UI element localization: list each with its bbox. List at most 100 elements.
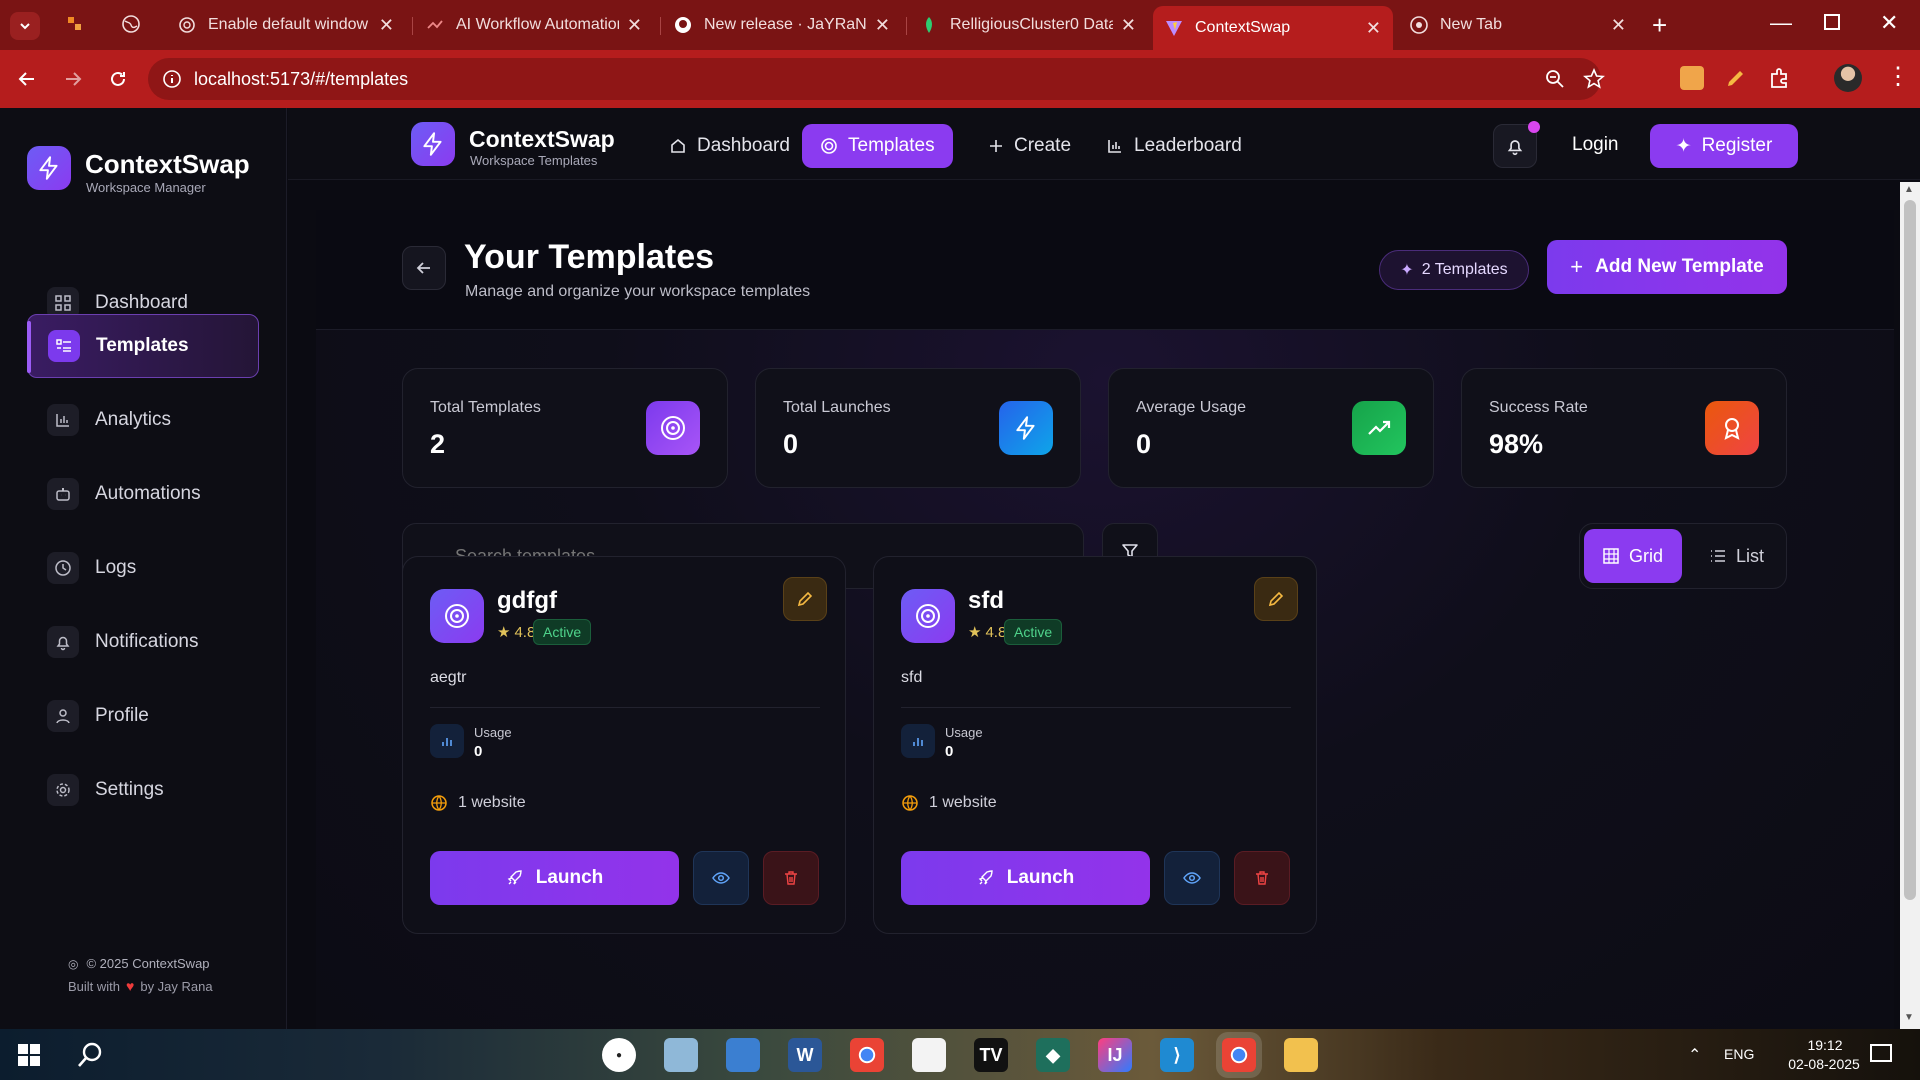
browser-tab[interactable]: Enable default window f ✕ (166, 8, 406, 42)
notifications-button[interactable] (1493, 121, 1540, 168)
close-icon[interactable]: ✕ (379, 15, 394, 36)
plus-icon: + (1570, 254, 1584, 279)
topnav-templates[interactable]: Templates (802, 124, 953, 168)
pinned-tab-icon[interactable] (66, 15, 84, 33)
scroll-down-arrow[interactable]: ▼ (1904, 1012, 1914, 1023)
tab-search-button[interactable] (10, 12, 40, 40)
stat-card-total-templates: Total Templates 2 (402, 368, 728, 488)
scrollbar-thumb[interactable] (1904, 200, 1916, 900)
sidebar-item-label: Profile (95, 705, 149, 726)
clock-date[interactable]: 02-08-2025 (1784, 1056, 1864, 1072)
document-app-icon[interactable] (912, 1038, 946, 1072)
stat-value: 0 (1136, 429, 1152, 459)
award-icon (1705, 401, 1759, 455)
gear-icon (47, 774, 79, 806)
menu-dots-icon[interactable]: ⋮ (1886, 62, 1910, 91)
info-icon[interactable] (162, 69, 182, 89)
login-button[interactable]: Login (1572, 134, 1619, 156)
close-icon[interactable]: ✕ (627, 15, 642, 36)
language-indicator[interactable]: ENG (1724, 1046, 1754, 1062)
desktop-app-icon[interactable]: ● (602, 1038, 636, 1072)
topnav-leaderboard[interactable]: Leaderboard (1088, 124, 1260, 168)
sidebar-item-automations[interactable]: Automations (27, 462, 259, 526)
tab-title: New release · JaYRaNa2 (704, 16, 867, 33)
window-close-button[interactable]: ✕ (1880, 10, 1898, 36)
sidebar: ContextSwap Workspace Manager Dashboard … (0, 108, 287, 1029)
vscode-icon[interactable]: ⟩ (1160, 1038, 1194, 1072)
sparkle-icon: ✦ (1400, 262, 1414, 279)
intellij-icon[interactable]: IJ (1098, 1038, 1132, 1072)
word-icon[interactable]: W (788, 1038, 822, 1072)
notification-center-icon[interactable] (1870, 1044, 1892, 1062)
view-button[interactable] (693, 851, 749, 905)
sidebar-item-settings[interactable]: Settings (27, 758, 259, 822)
close-icon[interactable]: ✕ (875, 15, 890, 36)
windows-start-button[interactable] (18, 1044, 40, 1066)
page-scrollbar[interactable]: ▲ ▼ (1900, 182, 1920, 1029)
pinned-tab-globe-icon[interactable] (121, 14, 141, 34)
bolt-icon (999, 401, 1053, 455)
tradingview-icon[interactable]: TV (974, 1038, 1008, 1072)
add-template-button[interactable]: + Add New Template (1547, 240, 1787, 294)
browser-tab[interactable]: RelligiousCluster0 Data | ✕ (908, 8, 1148, 42)
footer-built-prefix: Built with (68, 978, 121, 994)
browser-tab[interactable]: AI Workflow Automation ✕ (414, 8, 654, 42)
reload-button[interactable] (103, 64, 133, 94)
delete-button[interactable] (1234, 851, 1290, 905)
sidebar-item-templates[interactable]: Templates (27, 314, 259, 378)
register-button[interactable]: ✦ Register (1650, 124, 1798, 168)
file-app-icon[interactable] (726, 1038, 760, 1072)
sidebar-item-logs[interactable]: Logs (27, 536, 259, 600)
view-toggle: Grid List (1579, 523, 1787, 589)
clock-time[interactable]: 19:12 (1790, 1037, 1860, 1053)
close-icon[interactable]: ✕ (1121, 15, 1136, 36)
zoom-icon[interactable] (1545, 69, 1565, 89)
extension-icon[interactable] (1680, 66, 1704, 90)
address-bar[interactable]: localhost:5173/#/templates (148, 58, 1605, 100)
scroll-up-arrow[interactable]: ▲ (1904, 184, 1914, 195)
chrome-active-icon[interactable] (1222, 1038, 1256, 1072)
git-app-icon[interactable]: ◆ (1036, 1038, 1070, 1072)
edit-button[interactable] (1254, 577, 1298, 621)
list-view-button[interactable]: List (1690, 529, 1784, 583)
sidebar-item-notifications[interactable]: Notifications (27, 610, 259, 674)
footer-built-row: Built with ♥ by Jay Rana (68, 978, 213, 994)
new-tab-button[interactable]: + (1652, 10, 1667, 41)
website-label: 1 website (929, 794, 997, 811)
back-button[interactable] (402, 246, 446, 290)
topnav-dashboard[interactable]: Dashboard (651, 124, 808, 168)
edit-button[interactable] (783, 577, 827, 621)
chrome-icon[interactable] (850, 1038, 884, 1072)
puzzle-icon[interactable] (1768, 66, 1792, 90)
arrow-left-icon (18, 72, 34, 86)
windows-icon (18, 1044, 40, 1066)
sidebar-item-profile[interactable]: Profile (27, 684, 259, 748)
launch-button[interactable]: Launch (901, 851, 1150, 905)
close-icon[interactable]: ✕ (1611, 15, 1626, 36)
grid-view-button[interactable]: Grid (1584, 529, 1682, 583)
star-icon[interactable] (1583, 68, 1605, 90)
file-explorer-icon[interactable] (1284, 1038, 1318, 1072)
forward-button[interactable] (58, 64, 88, 94)
delete-button[interactable] (763, 851, 819, 905)
minimize-button[interactable]: — (1770, 10, 1792, 36)
notes-app-icon[interactable] (664, 1038, 698, 1072)
tab-divider (906, 17, 907, 35)
browser-tab[interactable]: New Tab ✕ (1398, 8, 1638, 42)
topnav-create[interactable]: Create (970, 124, 1089, 168)
template-name: gdfgf (497, 587, 557, 614)
restore-button[interactable] (1824, 14, 1840, 30)
bolt-icon (39, 156, 58, 180)
close-icon[interactable]: ✕ (1366, 18, 1381, 39)
sidebar-item-analytics[interactable]: Analytics (27, 388, 259, 452)
avatar[interactable] (1834, 64, 1862, 92)
back-button[interactable] (12, 64, 42, 94)
launch-button[interactable]: Launch (430, 851, 679, 905)
browser-tab-active[interactable]: ContextSwap ✕ (1153, 6, 1393, 50)
view-button[interactable] (1164, 851, 1220, 905)
browser-tab[interactable]: New release · JaYRaNa2 ✕ (662, 8, 902, 42)
pen-extension-icon[interactable] (1724, 66, 1748, 90)
chevron-up-icon[interactable]: ⌃ (1688, 1045, 1701, 1065)
taskbar-search-button[interactable] (76, 1041, 104, 1069)
sidebar-item-label: Settings (95, 779, 164, 800)
